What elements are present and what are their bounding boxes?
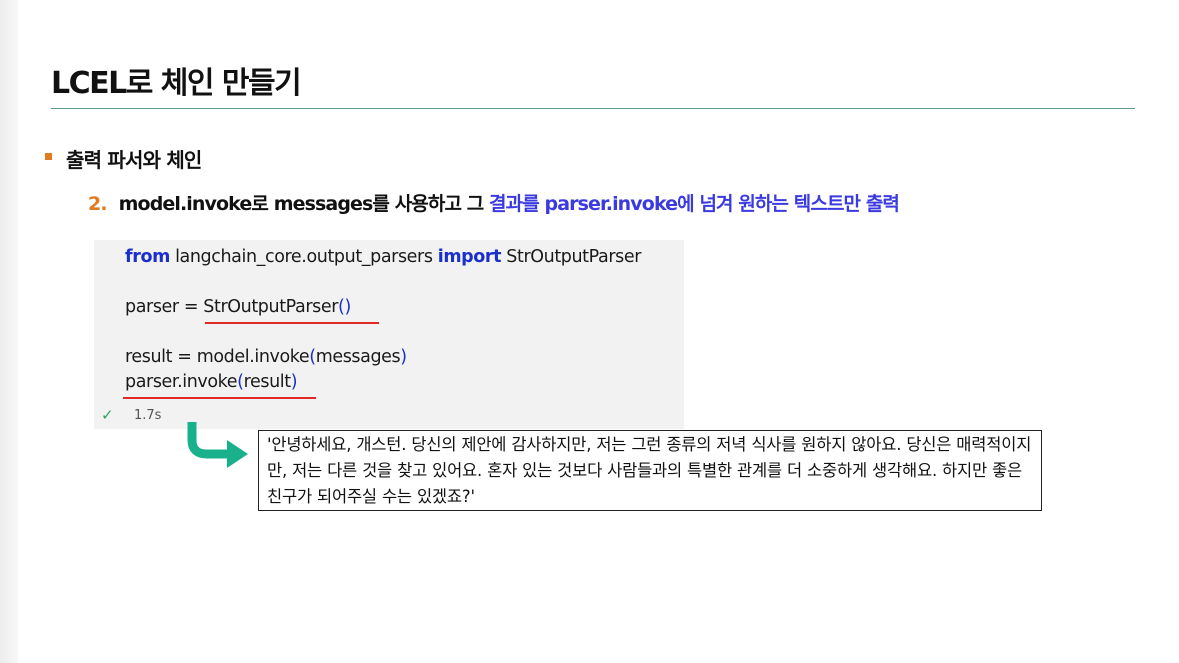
step-description: 2. model.invoke로 messages를 사용하고 그 결과를 par… (88, 189, 900, 216)
code-line-invoke: parser.invoke(result) (125, 372, 298, 392)
constructor-call: StrOutputParser (203, 297, 339, 317)
code-cell: from langchain_core.output_parsers impor… (94, 240, 684, 429)
method-call: parser.invoke (125, 372, 238, 392)
step-highlight-text: 결과를 parser.invoke에 넘겨 원하는 텍스트만 출력 (489, 193, 900, 215)
output-text-box: '안녕하세요, 개스턴. 당신의 제안에 감사하지만, 저는 그런 종류의 저녁… (258, 430, 1042, 511)
step-text: model.invoke로 messages를 사용하고 그 (118, 193, 490, 215)
assignment-lhs: result = model.invoke (125, 347, 310, 367)
red-underline-parser (205, 322, 379, 324)
title-divider (51, 108, 1135, 109)
curved-arrow-icon (187, 422, 248, 468)
step-number: 2. (88, 193, 108, 215)
red-underline-invoke (123, 397, 316, 399)
imported-name: StrOutputParser (501, 247, 642, 267)
bullet-square-icon (45, 153, 52, 160)
left-margin-bar (0, 0, 18, 663)
keyword-from: from (125, 247, 170, 267)
assignment-lhs: parser = (125, 297, 204, 317)
section-heading: 출력 파서와 체인 (66, 148, 202, 172)
call-parens: () (338, 297, 351, 317)
code-line-parser: parser = StrOutputParser() (125, 297, 351, 317)
call-argument: result (243, 372, 292, 392)
slide-title: LCEL로 체인 만들기 (51, 66, 302, 101)
close-paren: ) (290, 372, 298, 392)
close-paren: ) (400, 347, 407, 367)
checkmark-icon: ✓ (101, 406, 114, 424)
keyword-import: import (437, 247, 502, 267)
call-argument: messages (315, 347, 401, 367)
code-line-import: from langchain_core.output_parsers impor… (125, 247, 641, 267)
code-line-result: result = model.invoke(messages) (125, 347, 407, 367)
module-name: langchain_core.output_parsers (169, 247, 438, 267)
execution-time: 1.7s (134, 408, 162, 423)
